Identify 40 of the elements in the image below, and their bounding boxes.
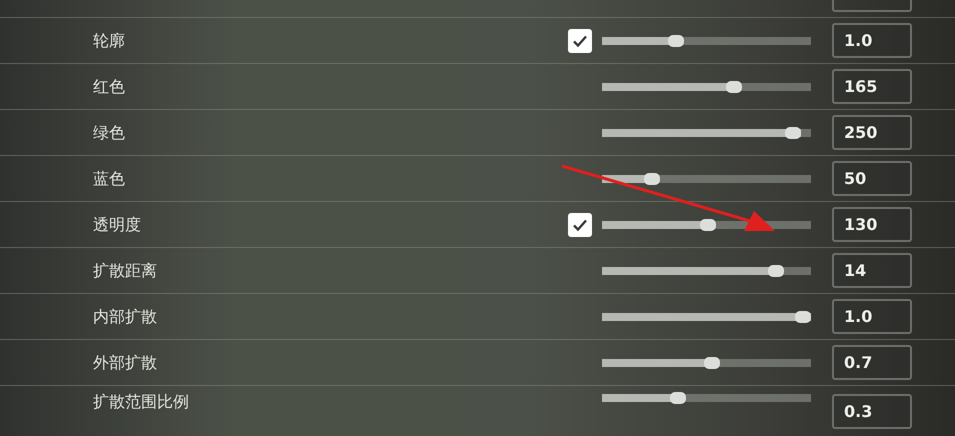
setting-label: 蓝色 — [92, 170, 126, 186]
slider-track[interactable] — [602, 174, 811, 182]
slider-thumb[interactable] — [644, 172, 660, 184]
slider-track[interactable] — [602, 128, 811, 136]
setting-label: 内部扩散 — [92, 308, 158, 324]
setting-label: 外部扩散 — [92, 354, 158, 370]
slider-track[interactable] — [602, 312, 811, 320]
slider-thumb[interactable] — [670, 392, 686, 404]
value-field[interactable]: 0.7 — [832, 345, 912, 380]
setting-label: 绿色 — [92, 124, 126, 140]
setting-label: 扩散范围比例 — [92, 394, 190, 410]
slider-thumb[interactable] — [768, 264, 784, 276]
value-field[interactable]: 250 — [832, 115, 912, 150]
slider-thumb[interactable] — [704, 356, 720, 368]
value-field[interactable]: 14 — [832, 253, 912, 288]
slider-thumb[interactable] — [700, 218, 716, 230]
slider-track[interactable] — [602, 266, 811, 274]
value-field[interactable]: 0.3 — [832, 394, 912, 429]
value-field[interactable]: 165 — [832, 69, 912, 104]
check-icon — [572, 34, 588, 48]
slider-thumb[interactable] — [668, 34, 684, 46]
setting-label: 轮廓 — [92, 32, 126, 48]
setting-label: 透明度 — [92, 216, 142, 232]
checkbox[interactable] — [568, 28, 592, 52]
slider-track[interactable] — [602, 394, 811, 402]
slider-track[interactable] — [602, 82, 811, 90]
value-field[interactable]: 130 — [832, 207, 912, 242]
value-field[interactable]: 50 — [832, 161, 912, 196]
check-icon — [572, 218, 588, 232]
slider-thumb[interactable] — [726, 80, 742, 92]
checkbox[interactable] — [568, 212, 592, 236]
value-field[interactable]: 1.0 — [832, 299, 912, 334]
setting-label: 扩散距离 — [92, 262, 158, 278]
slider-thumb[interactable] — [795, 310, 811, 322]
value-field[interactable] — [832, 0, 912, 12]
value-field[interactable]: 1.0 — [832, 23, 912, 58]
slider-track[interactable] — [602, 36, 811, 44]
slider-track[interactable] — [602, 358, 811, 366]
setting-label: 红色 — [92, 78, 126, 94]
slider-thumb[interactable] — [785, 126, 802, 138]
